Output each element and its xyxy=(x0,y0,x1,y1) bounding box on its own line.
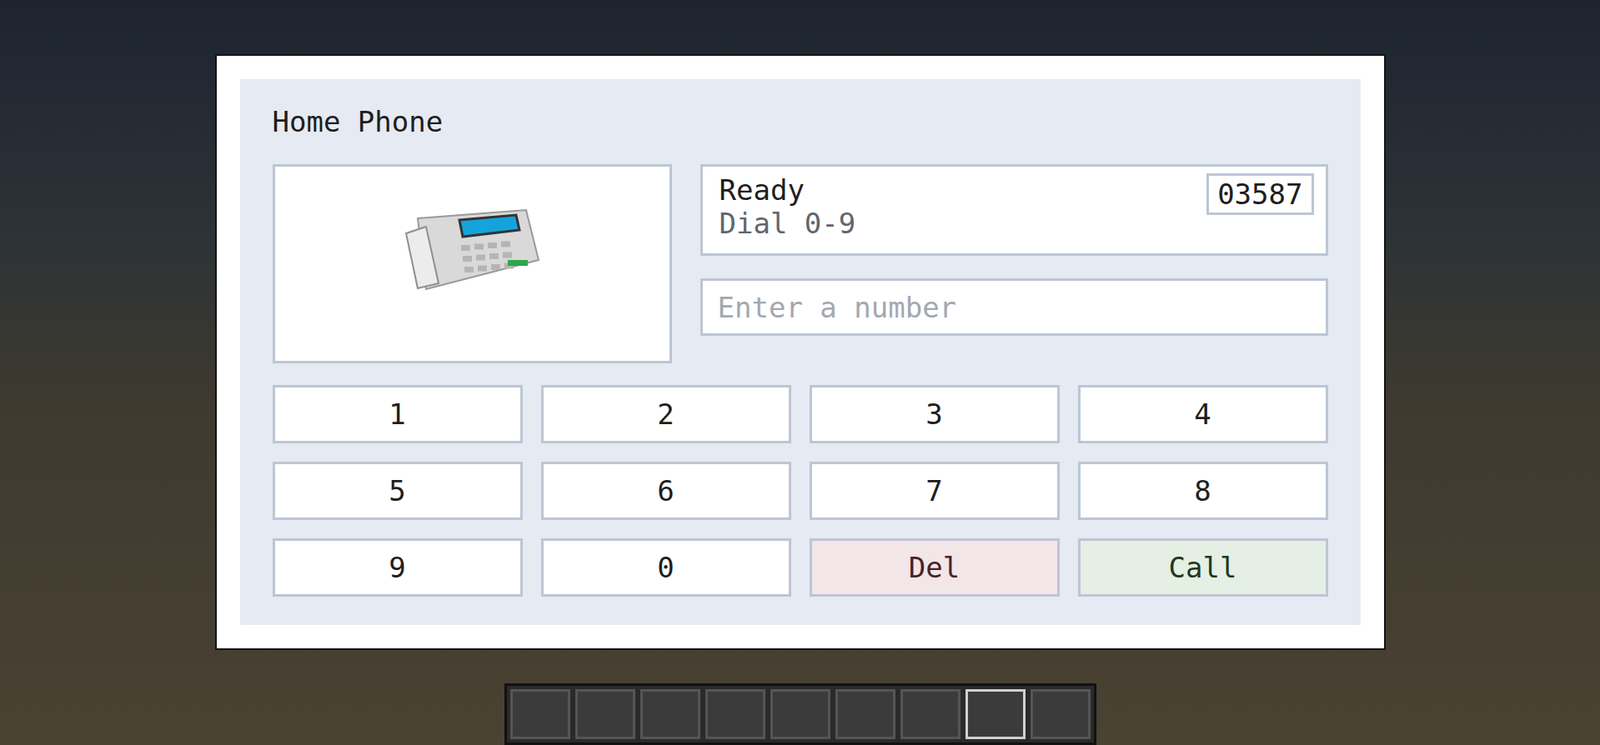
status-box: ReadyDial 0-9 03587 xyxy=(700,164,1329,256)
phone-preview xyxy=(272,164,673,364)
number-input[interactable] xyxy=(700,278,1329,337)
hotbar-slot[interactable] xyxy=(965,689,1026,740)
hotbar-slot[interactable] xyxy=(900,689,961,740)
phone-number: 03587 xyxy=(1206,173,1314,216)
digit-key[interactable]: 8 xyxy=(1078,461,1329,521)
digit-key[interactable]: 4 xyxy=(1078,385,1329,444)
digit-key[interactable]: 9 xyxy=(272,538,523,597)
status-text: ReadyDial 0-9 xyxy=(719,173,857,241)
dialog-title: Home Phone xyxy=(272,104,1329,140)
status-state: Ready xyxy=(719,173,857,207)
hotbar-slot[interactable] xyxy=(510,689,571,740)
keypad: 1234 5678 90 Del Call xyxy=(272,385,1329,597)
status-hint: Dial 0-9 xyxy=(719,206,857,241)
delete-button[interactable]: Del xyxy=(809,538,1060,597)
digit-key[interactable]: 1 xyxy=(272,385,523,444)
right-column: ReadyDial 0-9 03587 xyxy=(700,164,1329,364)
call-button[interactable]: Call xyxy=(1078,538,1329,597)
hotbar xyxy=(504,683,1097,745)
digit-key[interactable]: 5 xyxy=(272,461,523,521)
hotbar-slot[interactable] xyxy=(575,689,636,740)
digit-key[interactable]: 6 xyxy=(541,461,792,521)
hotbar-slot[interactable] xyxy=(835,689,896,740)
digit-key[interactable]: 2 xyxy=(541,385,792,444)
phone-icon xyxy=(401,201,543,294)
digit-key[interactable]: 3 xyxy=(809,385,1060,444)
hotbar-slot[interactable] xyxy=(1030,689,1091,740)
dialog-panel: Home Phone ReadyDial 0-9 03587 1234 5678 90 De… xyxy=(240,79,1361,626)
phone-dialog: Home Phone ReadyDial 0-9 03587 1234 5678 90 De… xyxy=(215,54,1386,651)
digit-key[interactable]: 7 xyxy=(809,461,1060,521)
hotbar-slot[interactable] xyxy=(640,689,701,740)
hotbar-slot[interactable] xyxy=(770,689,831,740)
game-scene: Home Phone ReadyDial 0-9 03587 1234 5678 90 De… xyxy=(0,0,1600,745)
hotbar-slot[interactable] xyxy=(705,689,766,740)
top-row: ReadyDial 0-9 03587 xyxy=(272,164,1329,364)
digit-key[interactable]: 0 xyxy=(541,538,792,597)
